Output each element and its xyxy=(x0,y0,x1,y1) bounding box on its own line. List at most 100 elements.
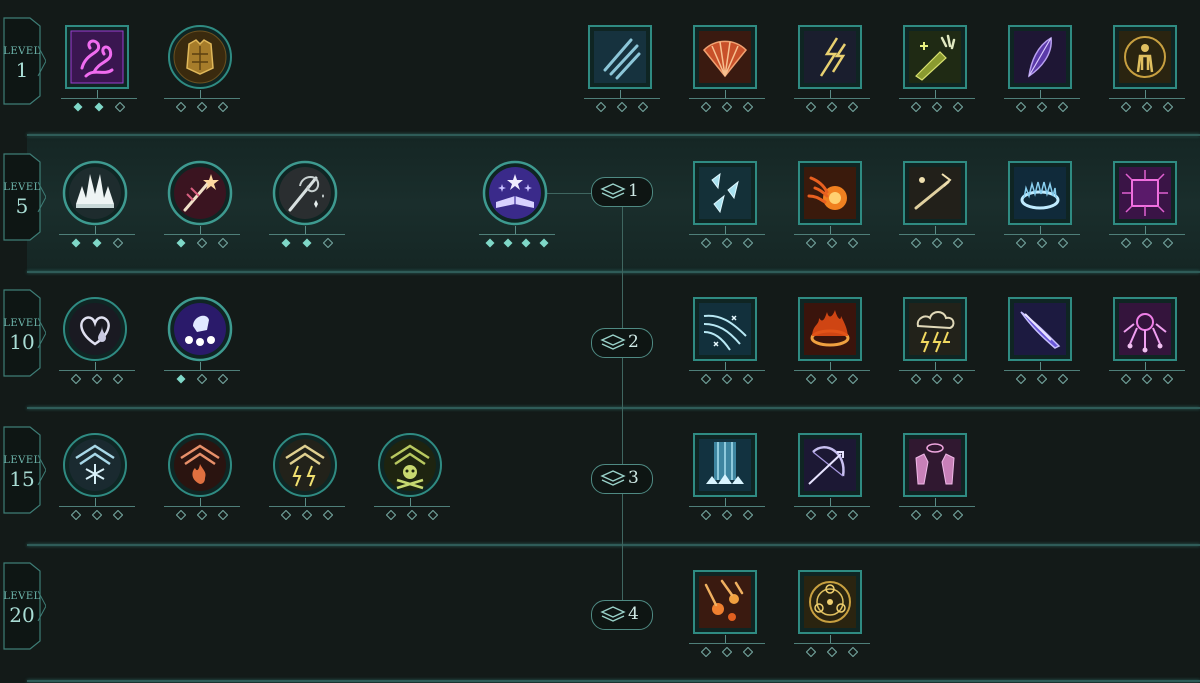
upgrade-pips xyxy=(269,510,345,520)
passive-slot-white-burst[interactable] xyxy=(59,160,135,256)
pip-empty-icon xyxy=(1016,102,1026,112)
pip-empty-icon xyxy=(407,510,417,520)
badge-number: 2 xyxy=(628,332,639,352)
upgrade-pips xyxy=(1004,238,1080,248)
spell-slot-golden-figure[interactable] xyxy=(1109,24,1185,120)
slot-bar xyxy=(689,234,765,235)
spellbook-badge-icon xyxy=(600,606,626,622)
pip-empty-icon xyxy=(806,238,816,248)
upgrade-pips xyxy=(899,374,975,384)
pip-empty-icon xyxy=(932,510,942,520)
upgrade-pips xyxy=(1109,238,1185,248)
passive-slot-poison-rank[interactable] xyxy=(374,432,450,528)
pip-empty-icon xyxy=(1163,102,1173,112)
spell-slot-twin-hands[interactable] xyxy=(899,432,975,528)
spell-slot-arcane-feather[interactable] xyxy=(1004,24,1080,120)
pip-empty-icon xyxy=(743,238,753,248)
upgrade-pips xyxy=(59,238,135,248)
upgrade-pips xyxy=(689,647,765,657)
poison-rank-icon xyxy=(378,433,442,497)
spell-slot-golden-sigil[interactable] xyxy=(794,569,870,665)
upgrade-pips xyxy=(899,102,975,112)
healing-hand-icon xyxy=(903,25,967,89)
golden-sigil-icon xyxy=(798,570,862,634)
subclass-choice-badge-4[interactable]: 4 xyxy=(591,600,653,630)
passive-slot-orb-hand[interactable] xyxy=(164,296,240,392)
pip-filled-icon xyxy=(92,238,102,248)
passive-slot-heart-drop[interactable] xyxy=(59,296,135,392)
pip-empty-icon xyxy=(176,102,186,112)
pip-empty-icon xyxy=(92,510,102,520)
pip-empty-icon xyxy=(1142,374,1152,384)
claw-slash-icon xyxy=(588,25,652,89)
slot-stem xyxy=(620,90,621,98)
spell-slot-ice-shards[interactable] xyxy=(689,160,765,256)
subclass-choice-badge-1[interactable]: 1 xyxy=(591,177,653,207)
slot-bar xyxy=(899,98,975,99)
spell-slot-healing-hand[interactable] xyxy=(899,24,975,120)
passive-slot-arcane-swirl[interactable] xyxy=(61,24,137,120)
slot-stem xyxy=(935,90,936,98)
spell-slot-arcane-spear[interactable] xyxy=(1004,296,1080,392)
spellbook-badge-icon xyxy=(600,470,626,486)
pip-filled-icon xyxy=(176,238,186,248)
upgrade-pips xyxy=(899,510,975,520)
slot-stem xyxy=(935,498,936,506)
subclass-choice-badge-3[interactable]: 3 xyxy=(591,464,653,494)
passive-slot-magic-wand[interactable] xyxy=(164,160,240,256)
slot-stem xyxy=(1145,362,1146,370)
golden-armor-icon xyxy=(168,25,232,89)
frost-rank-icon xyxy=(63,433,127,497)
upgrade-pips xyxy=(59,510,135,520)
upgrade-pips xyxy=(689,510,765,520)
pip-empty-icon xyxy=(743,647,753,657)
spell-slot-fire-fan[interactable] xyxy=(689,24,765,120)
spell-slot-arcane-burst[interactable] xyxy=(1109,296,1185,392)
spell-slot-fire-ring[interactable] xyxy=(794,296,870,392)
slot-bar xyxy=(1109,234,1185,235)
spell-slot-arcane-bow[interactable] xyxy=(794,432,870,528)
pip-empty-icon xyxy=(701,238,711,248)
pip-empty-icon xyxy=(827,238,837,248)
spell-slot-lightning-bolts[interactable] xyxy=(794,24,870,120)
spell-slot-claw-slash[interactable] xyxy=(584,24,660,120)
spell-slot-frost-ring[interactable] xyxy=(1004,160,1080,256)
golden-figure-icon xyxy=(1113,25,1177,89)
pip-empty-icon xyxy=(1121,102,1131,112)
spell-slot-storm-cloud[interactable] xyxy=(899,296,975,392)
passive-slot-frost-rank[interactable] xyxy=(59,432,135,528)
pip-empty-icon xyxy=(701,102,711,112)
spell-slot-fireball[interactable] xyxy=(794,160,870,256)
subclass-slot-spellbook[interactable] xyxy=(479,160,555,256)
meteor-shower-icon xyxy=(693,570,757,634)
passive-slot-lightning-rank[interactable] xyxy=(269,432,345,528)
spell-slot-arcane-box[interactable] xyxy=(1109,160,1185,256)
slot-stem xyxy=(725,635,726,643)
spell-slot-arcane-bolt[interactable] xyxy=(899,160,975,256)
pip-empty-icon xyxy=(281,510,291,520)
spell-slot-meteor-shower[interactable] xyxy=(689,569,765,665)
tier-divider xyxy=(27,544,1200,546)
arcane-box-icon xyxy=(1113,161,1177,225)
pip-empty-icon xyxy=(911,238,921,248)
pip-filled-icon xyxy=(485,238,495,248)
pip-filled-icon xyxy=(521,238,531,248)
slot-bar xyxy=(164,98,240,99)
passive-slot-staff-swirl[interactable] xyxy=(269,160,345,256)
frost-ring-icon xyxy=(1008,161,1072,225)
passive-slot-golden-armor[interactable] xyxy=(164,24,240,120)
pip-empty-icon xyxy=(932,374,942,384)
subclass-choice-badge-2[interactable]: 2 xyxy=(591,328,653,358)
badge-number: 4 xyxy=(628,604,639,624)
skill-tree-board: LEVEL 1 LEVEL 5 LEVEL 10 LEVEL 15 LEVEL … xyxy=(0,0,1200,683)
slot-stem xyxy=(200,226,201,234)
slot-stem xyxy=(1040,90,1041,98)
spell-slot-ice-pillar[interactable] xyxy=(689,432,765,528)
pip-empty-icon xyxy=(176,510,186,520)
upgrade-pips xyxy=(794,374,870,384)
spell-slot-frost-wind[interactable] xyxy=(689,296,765,392)
pip-empty-icon xyxy=(932,238,942,248)
passive-slot-fire-rank[interactable] xyxy=(164,432,240,528)
pip-empty-icon xyxy=(848,102,858,112)
pip-empty-icon xyxy=(386,510,396,520)
